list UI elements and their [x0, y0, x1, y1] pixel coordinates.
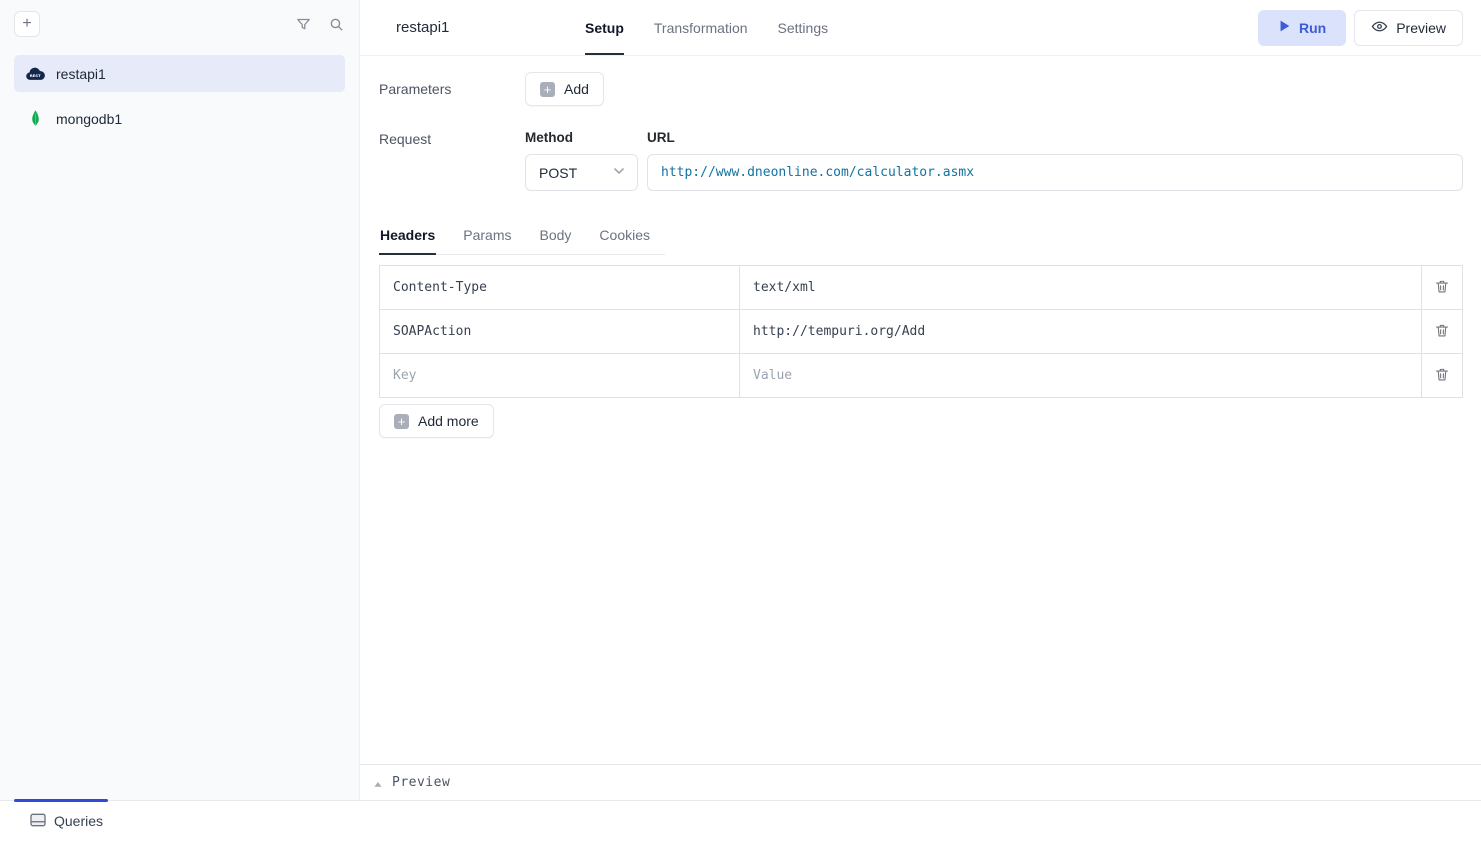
query-list: REST restapi1 mongodb1	[0, 47, 359, 145]
queries-sidebar: + REST restapi1 mongodb	[0, 0, 360, 800]
play-icon	[1278, 19, 1291, 36]
chevron-down-icon	[611, 163, 627, 182]
editor-tabs: Setup Transformation Settings	[585, 0, 828, 55]
request-section: Request Method POST URL	[379, 130, 1463, 191]
parameters-label: Parameters	[379, 81, 525, 97]
method-label: Method	[525, 130, 638, 145]
header-value-input[interactable]	[740, 280, 1421, 295]
method-dropdown[interactable]: POST	[525, 154, 638, 191]
request-config-tabs: Headers Params Body Cookies	[379, 221, 665, 255]
tab-setup[interactable]: Setup	[585, 0, 624, 55]
rest-api-cloud-icon: REST	[24, 66, 46, 82]
tab-body[interactable]: Body	[539, 221, 573, 255]
svg-text:REST: REST	[30, 73, 41, 78]
method-value: POST	[539, 165, 577, 181]
add-parameter-label: Add	[564, 81, 589, 97]
sidebar-toolbar: +	[0, 0, 359, 47]
header-key-input[interactable]	[380, 324, 739, 339]
header-value-input[interactable]	[740, 368, 1421, 383]
delete-row-button[interactable]	[1421, 309, 1463, 354]
request-label: Request	[379, 130, 525, 191]
collapse-up-icon	[373, 775, 383, 791]
plus-icon: +	[394, 414, 409, 429]
add-parameter-button[interactable]: + Add	[525, 72, 604, 106]
tab-transformation[interactable]: Transformation	[654, 0, 748, 55]
query-item-label: mongodb1	[56, 111, 122, 127]
header-key-input[interactable]	[380, 280, 739, 295]
tab-settings[interactable]: Settings	[778, 0, 829, 55]
header-value-input[interactable]	[740, 324, 1421, 339]
add-more-label: Add more	[418, 413, 479, 429]
preview-button[interactable]: Preview	[1354, 10, 1463, 46]
url-input[interactable]	[647, 154, 1463, 191]
run-button-label: Run	[1299, 20, 1326, 36]
header-key-input[interactable]	[380, 368, 739, 383]
delete-row-button[interactable]	[1421, 353, 1463, 398]
query-editor-main: restapi1 Setup Transformation Settings R…	[360, 0, 1481, 800]
query-item-label: restapi1	[56, 66, 106, 82]
query-title: restapi1	[396, 19, 449, 36]
queries-tab-label: Queries	[54, 813, 103, 829]
tab-queries[interactable]: Queries	[30, 813, 103, 830]
parameters-row: Parameters + Add	[379, 72, 1463, 106]
trash-icon	[1435, 279, 1449, 297]
delete-row-button[interactable]	[1421, 265, 1463, 310]
mongodb-leaf-icon	[24, 109, 46, 128]
preview-button-label: Preview	[1396, 20, 1446, 36]
tab-cookies[interactable]: Cookies	[598, 221, 651, 255]
header-actions: Run Preview	[1258, 10, 1463, 46]
search-icon[interactable]	[328, 16, 345, 33]
eye-icon	[1371, 19, 1388, 37]
headers-table	[379, 265, 1463, 398]
header-row	[379, 309, 1463, 354]
trash-icon	[1435, 367, 1449, 385]
tab-params[interactable]: Params	[462, 221, 512, 255]
trash-icon	[1435, 323, 1449, 341]
query-editor-header: restapi1 Setup Transformation Settings R…	[360, 0, 1481, 56]
setup-panel: Parameters + Add Request Method POST	[360, 56, 1481, 764]
header-row	[379, 353, 1463, 398]
response-preview-toggle[interactable]: Preview	[360, 764, 1481, 800]
queries-icon	[30, 813, 46, 830]
response-preview-label: Preview	[392, 775, 450, 790]
url-label: URL	[647, 130, 1463, 145]
run-button[interactable]: Run	[1258, 10, 1346, 46]
plus-icon: +	[540, 82, 555, 97]
query-item-mongodb1[interactable]: mongodb1	[14, 100, 345, 137]
header-row	[379, 265, 1463, 310]
query-item-restapi1[interactable]: REST restapi1	[14, 55, 345, 92]
add-query-button[interactable]: +	[14, 11, 40, 37]
queries-tab-indicator	[14, 799, 108, 802]
filter-icon[interactable]	[295, 16, 312, 33]
app-window: + REST restapi1 mongodb	[0, 0, 1481, 800]
bottom-tab-bar: Queries	[0, 800, 1481, 841]
add-more-button[interactable]: + Add more	[379, 404, 494, 438]
tab-headers[interactable]: Headers	[379, 221, 436, 255]
